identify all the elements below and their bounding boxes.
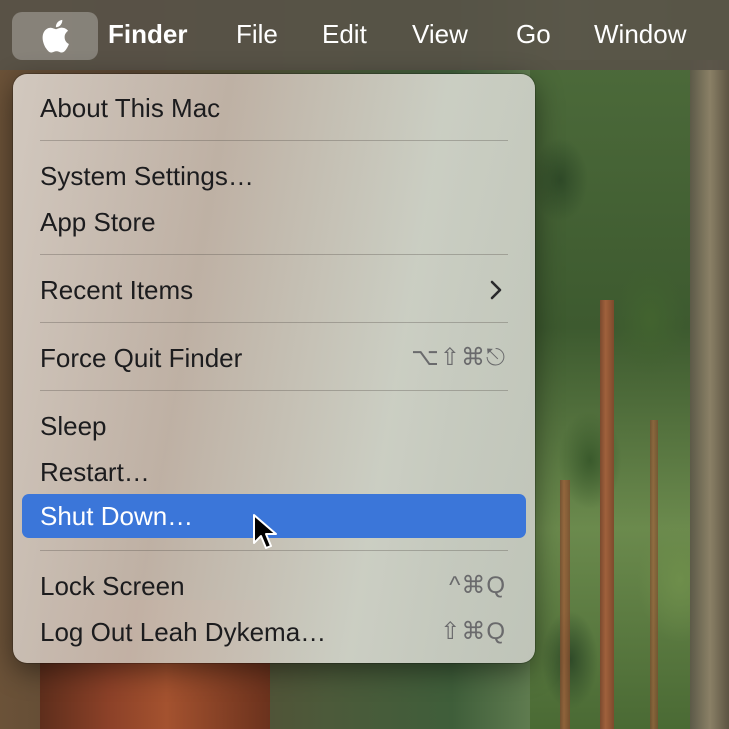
menu-item-label: Lock Screen <box>40 571 185 601</box>
menu-item-log-out[interactable]: Log Out Leah Dykema… ⇧⌘Q <box>22 610 526 654</box>
menu-item-lock-screen[interactable]: Lock Screen ^⌘Q <box>22 564 526 608</box>
menu-bar-item-go[interactable]: Go <box>516 16 551 52</box>
apple-menu: About This Mac System Settings… App Stor… <box>13 74 535 663</box>
desktop: Finder File Edit View Go Window About Th… <box>0 0 729 729</box>
menu-item-label: System Settings… <box>40 161 254 191</box>
apple-logo-icon <box>42 19 69 53</box>
menu-item-label: Sleep <box>40 411 107 441</box>
menu-item-system-settings[interactable]: System Settings… <box>22 154 526 198</box>
menu-item-label: Log Out Leah Dykema… <box>40 617 327 647</box>
menu-item-force-quit[interactable]: Force Quit Finder ⌥⇧⌘⎋ <box>22 336 526 380</box>
menu-bar-item-file[interactable]: File <box>236 16 278 52</box>
arrow-pointer-icon <box>253 514 277 549</box>
menu-item-restart[interactable]: Restart… <box>22 450 526 494</box>
background-tree-trunk <box>690 60 729 729</box>
menu-item-app-store[interactable]: App Store <box>22 200 526 244</box>
menu-item-sleep[interactable]: Sleep <box>22 404 526 448</box>
menu-item-label: Recent Items <box>40 275 194 305</box>
menu-item-label: Restart… <box>40 457 150 487</box>
background-tree-trunk <box>650 420 658 729</box>
menu-bar-item-window[interactable]: Window <box>594 16 686 52</box>
menu-separator <box>40 140 508 141</box>
menu-item-label: Shut Down… <box>40 501 194 531</box>
menu-bar-app-name[interactable]: Finder <box>108 16 187 52</box>
chevron-right-icon <box>490 280 502 300</box>
menu-item-label: Force Quit Finder <box>40 343 243 373</box>
menu-bar-item-view[interactable]: View <box>412 16 468 52</box>
menu-separator <box>40 390 508 391</box>
background-tree-trunk <box>600 300 614 729</box>
menu-bar-item-edit[interactable]: Edit <box>322 16 367 52</box>
menu-bar: Finder File Edit View Go Window <box>0 0 729 70</box>
keyboard-shortcut: ⌥⇧⌘⎋ <box>411 344 506 371</box>
menu-item-label: App Store <box>40 207 156 237</box>
keyboard-shortcut: ^⌘Q <box>449 572 506 599</box>
menu-item-label: About This Mac <box>40 93 221 123</box>
menu-separator <box>40 322 508 323</box>
background-tree-trunk <box>560 480 570 729</box>
apple-menu-button[interactable] <box>12 12 98 60</box>
menu-item-recent-items[interactable]: Recent Items <box>22 268 526 312</box>
menu-separator <box>40 254 508 255</box>
keyboard-shortcut: ⇧⌘Q <box>440 618 506 645</box>
menu-item-about-this-mac[interactable]: About This Mac <box>22 86 526 130</box>
